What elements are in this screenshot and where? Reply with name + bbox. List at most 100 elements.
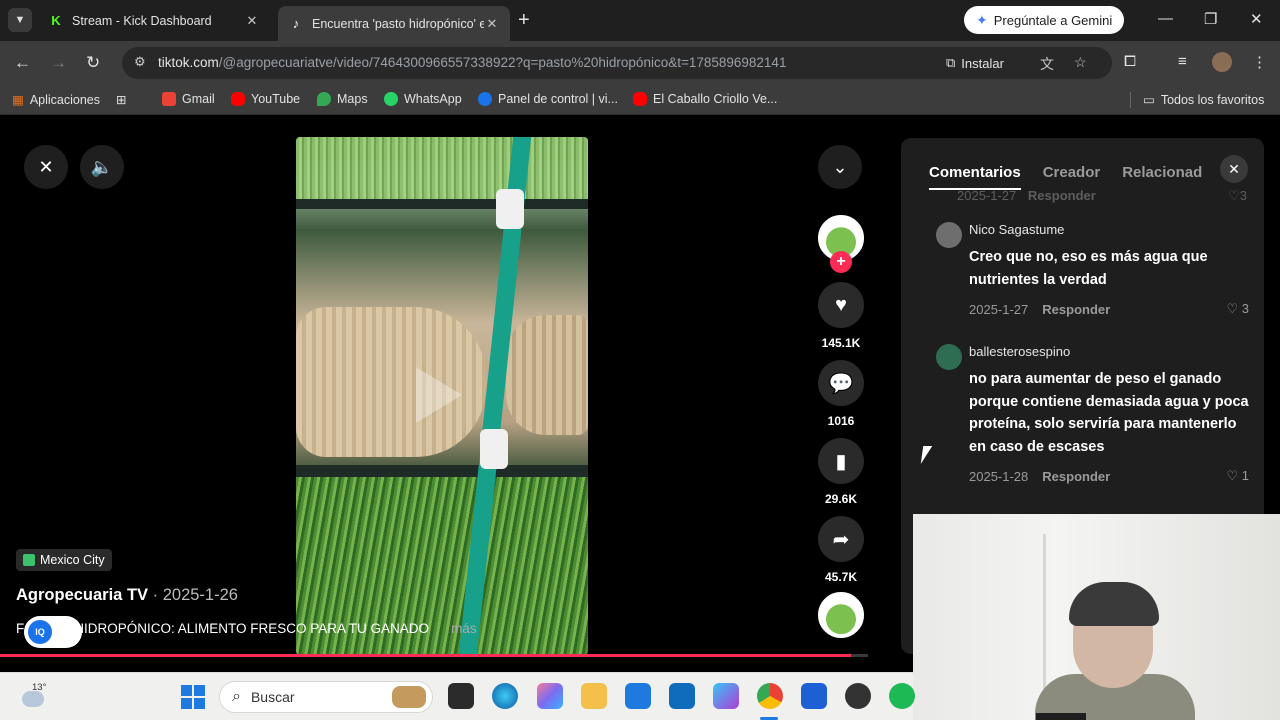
windows-logo-icon [181,685,192,696]
menu-icon[interactable]: ⋮ [1252,53,1267,71]
tab-search-button[interactable]: ▼ [8,8,32,32]
previous-comment-meta: 2025-1-27 Responder ♡3 [957,188,1247,203]
play-icon[interactable] [416,367,462,423]
back-button[interactable]: ← [14,53,31,73]
weather-widget[interactable]: 13° [18,681,48,711]
description-text: HIDROPÓNICO: ALIMENTO FRESCO PARA TU GAN… [74,621,430,636]
maximize-button[interactable]: ❐ [1204,10,1217,28]
bookmark-label: YouTube [251,92,301,106]
avatar[interactable] [936,344,962,370]
avatar[interactable] [936,222,962,248]
new-tab-button[interactable]: + [518,9,530,32]
copilot-icon[interactable] [537,683,563,709]
translate-icon[interactable]: 文 [1040,54,1054,74]
close-tab-icon[interactable]: ✕ [244,13,260,29]
install-icon: ⧉ [946,55,956,70]
video-progress-bar[interactable] [0,654,868,657]
forward-button[interactable]: → [50,53,67,73]
whatsapp-icon [384,92,398,106]
heart-outline-icon: ♡ [1228,188,1240,203]
follow-plus-icon[interactable]: + [830,251,852,273]
edge-icon[interactable] [492,683,518,709]
comment-like-button[interactable]: ♡ 3 [1226,301,1249,317]
media-control-icon[interactable]: ≡ [1178,53,1187,70]
bookmark-label: Panel de control | vi... [498,92,618,106]
spotify-icon[interactable] [889,683,915,709]
location-tag[interactable]: Mexico City [16,549,112,571]
creator-avatar-button[interactable]: + [818,215,864,273]
tab-related[interactable]: Relacionad [1122,164,1202,181]
volume-button[interactable]: 🔈 [80,145,124,189]
m365-icon[interactable] [713,683,739,709]
comment-button[interactable]: 💬 [818,360,864,406]
close-window-button[interactable]: ✕ [1250,10,1263,28]
browser-toolbar: ← → ↻ ⚙ tiktok.com/@agropecuariatve/vide… [0,41,1280,85]
webcam-overlay [913,514,1280,720]
bookmark-star-icon[interactable]: ☆ [1074,54,1087,71]
bookmark-gmail[interactable]: Gmail [162,92,215,106]
outlook-icon[interactable] [669,683,695,709]
reply-link[interactable]: Responder [1042,469,1110,484]
temperature: 13° [32,682,47,693]
bookmark-caballo-criollo[interactable]: El Caballo Criollo Ve... [633,92,777,106]
tab-tiktok[interactable]: ♪ Encuentra 'pasto hidropónico' e ✕ [278,6,510,41]
task-view-icon[interactable] [448,683,474,709]
profile-avatar[interactable] [1212,52,1232,72]
tab-comments[interactable]: Comentarios [929,164,1021,181]
gemini-button[interactable]: ✦ Pregúntale a Gemini [964,6,1125,34]
floating-widget[interactable]: IQ [24,616,82,648]
install-app-button[interactable]: ⧉ Instalar [946,52,1004,74]
video-player[interactable] [296,137,588,655]
store-icon[interactable] [625,683,651,709]
file-explorer-icon[interactable] [581,683,607,709]
save-button[interactable]: ▮ [818,438,864,484]
minimize-button[interactable]: — [1158,10,1173,27]
close-tab-icon[interactable]: ✕ [484,16,500,32]
next-video-button[interactable]: ⌄ [818,145,862,189]
close-video-button[interactable]: ✕ [24,145,68,189]
comment-username[interactable]: ballesterosespino [969,344,1249,359]
video-frame-clip [496,189,524,229]
heart-outline-icon: ♡ [1226,468,1239,483]
close-panel-button[interactable]: ✕ [1220,155,1248,183]
comment-text: Creo que no, eso es más agua que nutrien… [969,249,1208,288]
tab-kick-dashboard[interactable]: K Stream - Kick Dashboard ✕ [38,6,270,35]
site-info-icon[interactable]: ⚙ [134,54,146,70]
dashboard-icon [478,92,492,106]
chrome-icon[interactable] [757,683,783,709]
tab-creator[interactable]: Creador [1043,164,1101,181]
bookmark-icon: ▮ [835,450,847,473]
comment-meta: 2025-1-28 Responder ♡ 1 [969,468,1249,484]
obs-icon[interactable] [845,683,871,709]
editor-icon[interactable] [801,683,827,709]
bookmark-youtube[interactable]: YouTube [231,92,300,106]
bookmark-apps[interactable]: ▦ Aplicaciones [12,92,100,108]
save-count: 29.6K [824,492,858,506]
bookmark-label: WhatsApp [404,92,462,106]
maps-icon [317,92,331,106]
video-frame-shelf [296,465,588,477]
reply-link[interactable]: Responder [1042,302,1110,317]
url-text: tiktok.com/@agropecuariatve/video/746430… [158,55,786,70]
share-button[interactable]: ➦ [818,516,864,562]
tab-groups-button[interactable]: ⊞ [116,92,126,107]
sound-avatar-button[interactable] [818,592,864,638]
video-author[interactable]: Agropecuaria TV · 2025-1-26 [16,586,238,605]
bookmark-maps[interactable]: Maps [317,92,368,106]
reply-link[interactable]: Responder [1028,188,1096,203]
start-button[interactable] [181,685,205,709]
like-button[interactable]: ♥ [818,282,864,328]
comment-username[interactable]: Nico Sagastume [969,222,1249,237]
all-favorites-button[interactable]: ▭ Todos los favoritos [1143,92,1264,108]
comment-like-button[interactable]: ♡ 1 [1226,468,1249,484]
address-bar[interactable]: ⚙ tiktok.com/@agropecuariatve/video/7464… [122,47,1112,79]
reload-button[interactable]: ↻ [86,53,100,73]
bookmark-whatsapp[interactable]: WhatsApp [384,92,462,106]
widget-logo-icon: IQ [28,620,52,644]
bookmark-panel-control[interactable]: Panel de control | vi... [478,92,618,106]
taskbar-search[interactable]: ⌕ Buscar [219,681,433,713]
bookmarks-divider [1130,92,1131,108]
extensions-icon[interactable]: ⧠ [1124,53,1136,70]
more-link[interactable]: más [451,621,477,636]
search-highlight-icon [392,686,426,708]
